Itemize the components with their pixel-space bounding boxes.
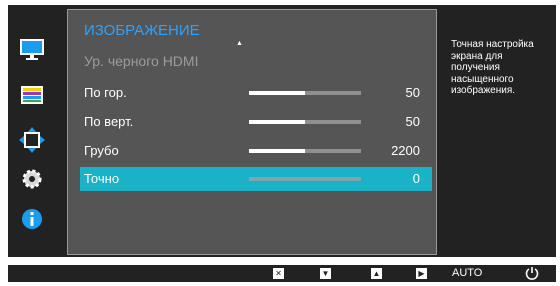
up-key-icon[interactable]: ▲ <box>371 268 382 279</box>
row-value: 50 <box>405 114 420 129</box>
slider-track[interactable] <box>249 149 361 153</box>
menu-item-coarse[interactable]: Грубо 2200 <box>80 139 432 163</box>
help-text: Точная настройка экрана для получения на… <box>451 39 534 96</box>
color-bars-icon[interactable] <box>18 81 46 109</box>
slider-fill <box>249 120 305 124</box>
auto-key[interactable]: AUTO <box>452 267 482 279</box>
right-key-icon[interactable]: ▶ <box>416 268 427 279</box>
slider-track[interactable] <box>249 177 361 181</box>
menu-item-horizontal[interactable]: По гор. 50 <box>80 81 432 105</box>
menu-panel: ИЗОБРАЖЕНИЕ ▲ Ур. черного HDMI По гор. 5… <box>67 9 437 255</box>
row-value: 2200 <box>391 143 420 158</box>
monitor-icon[interactable] <box>18 36 46 64</box>
row-label: Точно <box>84 171 120 186</box>
row-label: По верт. <box>84 114 134 129</box>
row-value: 50 <box>405 85 420 100</box>
slider-fill <box>249 149 305 153</box>
menu-item-black-level[interactable]: Ур. черного HDMI <box>84 53 198 69</box>
gear-icon[interactable] <box>18 165 46 193</box>
sidebar <box>8 5 56 257</box>
row-label: По гор. <box>84 85 127 100</box>
slider-track[interactable] <box>249 91 361 95</box>
bottom-key-bar: ✕ ▼ ▲ ▶ AUTO <box>8 265 556 282</box>
close-key-icon[interactable]: ✕ <box>273 268 284 279</box>
slider-track[interactable] <box>249 120 361 124</box>
row-value: 0 <box>412 171 420 186</box>
row-label: Грубо <box>84 143 119 158</box>
slider-fill <box>249 91 305 95</box>
power-icon[interactable] <box>524 265 540 286</box>
scroll-up-icon[interactable]: ▲ <box>236 40 243 47</box>
info-icon[interactable] <box>18 205 46 233</box>
resize-arrows-icon[interactable] <box>18 126 46 154</box>
menu-item-vertical[interactable]: По верт. 50 <box>80 110 432 134</box>
menu-title: ИЗОБРАЖЕНИЕ <box>84 22 200 39</box>
menu-item-fine[interactable]: Точно 0 <box>80 167 432 191</box>
down-key-icon[interactable]: ▼ <box>320 268 331 279</box>
